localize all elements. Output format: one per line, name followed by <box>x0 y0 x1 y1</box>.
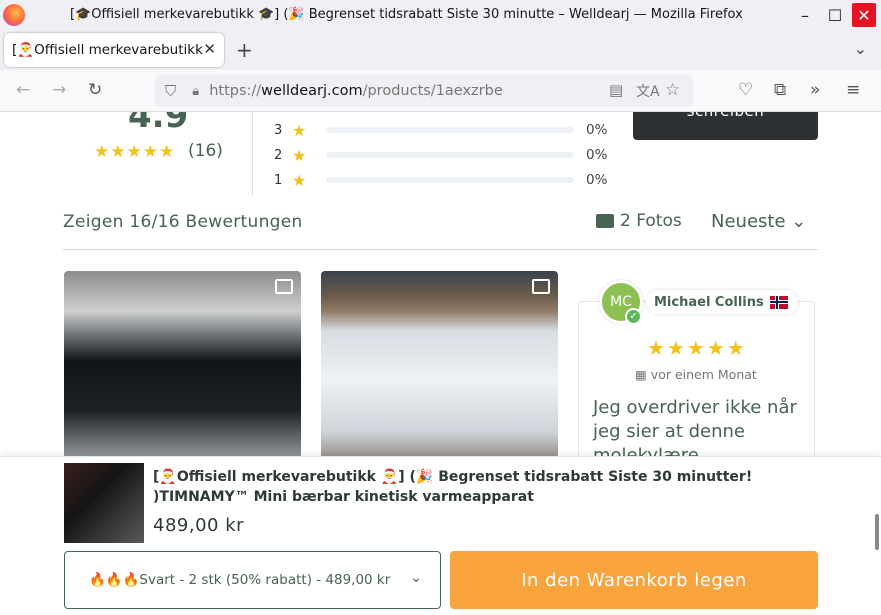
variant-select[interactable]: 🔥🔥🔥Svart - 2 stk (50% rabatt) - 489,00 k… <box>64 551 441 609</box>
menu-hamburger-icon[interactable]: ≡ <box>846 80 860 100</box>
sort-dropdown[interactable]: Neueste ⌄ <box>711 211 806 232</box>
reviewer-badge: Michael Collins <box>646 290 798 314</box>
window-titlebar: [🎓Offisiell merkevarebutikk 🎓] (🎉 Begren… <box>0 0 881 30</box>
extensions-icon[interactable]: ⧉ <box>774 80 786 100</box>
reader-view-icon[interactable]: ▤ <box>609 81 623 99</box>
photos-label: 2 Fotos <box>620 211 682 231</box>
firefox-logo-icon <box>3 4 25 26</box>
pocket-icon[interactable]: ♡ <box>738 80 753 100</box>
row-star-number: 1 <box>274 172 283 188</box>
divider <box>252 112 253 196</box>
rating-distribution-row: 3 ★ 0% <box>274 120 607 140</box>
star-icon: ★ <box>292 145 307 165</box>
new-tab-button[interactable]: + <box>236 38 253 62</box>
review-photo[interactable] <box>64 271 301 471</box>
review-date: ▦ vor einem Monat <box>635 367 757 382</box>
reviews-summary: Zeigen 16/16 Bewertungen <box>63 212 303 232</box>
product-price: 489,00 kr <box>153 515 245 536</box>
reload-icon[interactable]: ↻ <box>88 80 102 100</box>
review-count: (16) <box>188 141 223 161</box>
image-icon <box>275 279 293 294</box>
distribution-bar <box>326 177 574 183</box>
star-icon: ★ <box>292 170 307 190</box>
tab-close-icon[interactable]: ✕ <box>203 40 216 58</box>
add-to-cart-button[interactable]: In den Warenkorb legen <box>450 551 818 609</box>
rating-distribution-row: 2 ★ 0% <box>274 145 607 165</box>
write-review-button[interactable]: schreiben <box>633 112 818 140</box>
product-thumbnail <box>64 463 144 543</box>
close-window-button[interactable]: ✕ <box>852 3 876 27</box>
row-percent: 0% <box>586 122 608 138</box>
verified-check-icon: ✓ <box>625 308 642 325</box>
tab-strip: [🎅Offisiell merkevarebutikk ✕ + ⌄ <box>0 30 881 70</box>
review-date-text: vor einem Monat <box>650 367 757 382</box>
window-title: [🎓Offisiell merkevarebutikk 🎓] (🎉 Begren… <box>70 7 743 22</box>
row-star-number: 2 <box>274 147 283 163</box>
average-stars: ★★★★★ <box>94 142 176 162</box>
star-icon: ★ <box>292 120 307 140</box>
image-icon <box>596 214 614 228</box>
back-arrow-icon[interactable]: ← <box>16 80 30 100</box>
row-percent: 0% <box>586 172 608 188</box>
chevron-down-icon: ⌄ <box>410 570 422 586</box>
list-tabs-chevron-icon[interactable]: ⌄ <box>854 39 867 58</box>
rating-distribution-row: 1 ★ 0% <box>274 170 607 190</box>
distribution-bar <box>326 127 574 133</box>
row-star-number: 3 <box>274 122 283 138</box>
url-host: welldearj.com <box>261 83 363 99</box>
translate-icon[interactable]: 文A <box>636 81 660 101</box>
divider <box>63 249 818 250</box>
photos-filter[interactable]: 2 Fotos <box>596 211 682 231</box>
row-percent: 0% <box>586 147 608 163</box>
overflow-chevron-icon[interactable]: » <box>810 80 820 100</box>
forward-arrow-icon[interactable]: → <box>52 80 66 100</box>
average-rating: 4.9 <box>128 112 189 136</box>
tab-label: [🎅Offisiell merkevarebutikk <box>12 42 203 58</box>
page-scrollbar[interactable] <box>875 514 879 550</box>
maximize-button[interactable]: ☐ <box>820 0 850 30</box>
url-bar[interactable]: ⛉ 🔒︎ https://welldearj.com/products/1aex… <box>155 75 693 107</box>
sort-label: Neueste <box>711 211 786 232</box>
bookmark-star-icon[interactable]: ☆ <box>665 80 680 100</box>
tab-active[interactable]: [🎅Offisiell merkevarebutikk ✕ <box>4 33 224 67</box>
calendar-icon: ▦ <box>635 367 647 382</box>
review-photo[interactable] <box>321 271 558 471</box>
url-scheme: https:// <box>209 83 262 99</box>
review-stars: ★★★★★ <box>647 336 747 360</box>
url-path: /products/1aexzrbe <box>362 83 503 99</box>
product-title: [🎅Offisiell merkevarebutikk 🎅] (🎉 Begren… <box>153 469 753 505</box>
sticky-cart-bar: [🎅Offisiell merkevarebutikk 🎅] (🎉 Begren… <box>0 456 881 615</box>
lock-icon[interactable]: 🔒︎ <box>192 84 199 99</box>
reviewer-name: Michael Collins <box>654 294 764 310</box>
variant-label: 🔥🔥🔥Svart - 2 stk (50% rabatt) - 489,00 k… <box>89 572 391 588</box>
navigation-toolbar: ← → ↻ ⛉ 🔒︎ https://welldearj.com/product… <box>0 70 881 112</box>
chevron-down-icon: ⌄ <box>791 211 807 232</box>
shield-icon[interactable]: ⛉ <box>165 82 176 100</box>
image-icon <box>532 279 550 294</box>
distribution-bar <box>326 152 574 158</box>
minimize-button[interactable]: – <box>790 0 820 30</box>
norway-flag-icon <box>769 295 788 309</box>
